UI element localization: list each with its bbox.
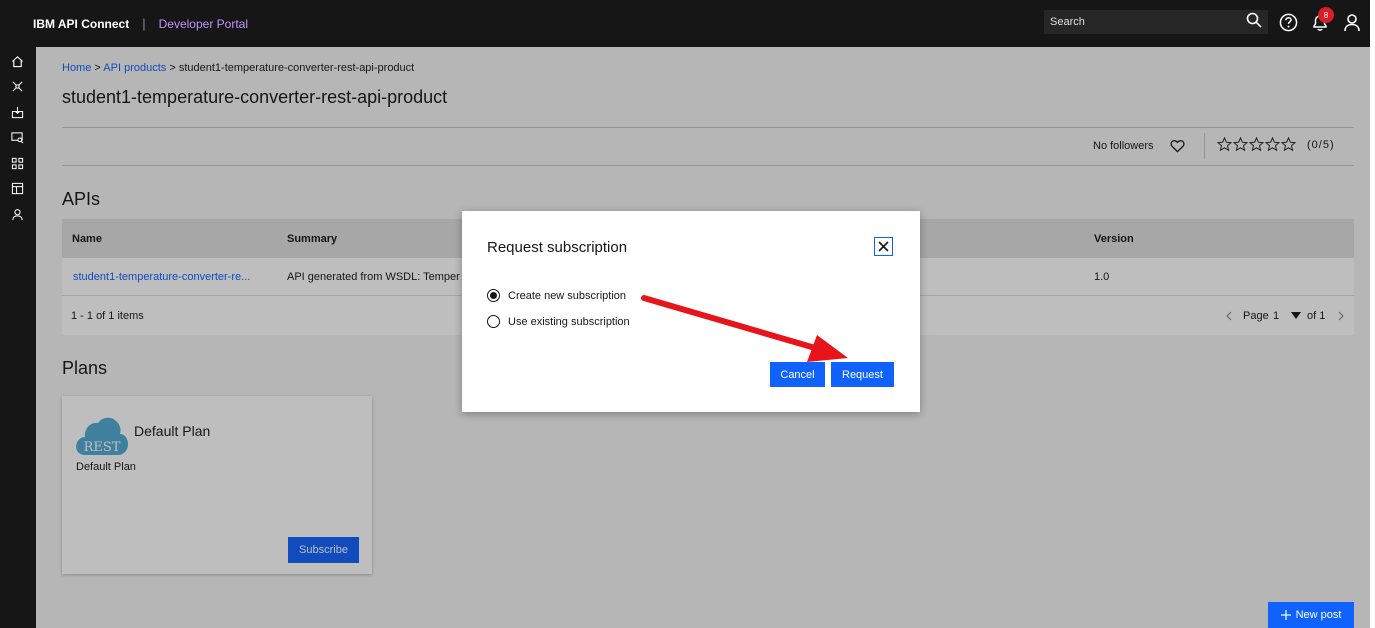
plus-icon xyxy=(1280,610,1291,620)
dashboard-icon[interactable] xyxy=(10,181,24,195)
close-button[interactable] xyxy=(874,237,893,256)
left-nav-rail xyxy=(0,47,36,628)
search-icon[interactable] xyxy=(1246,12,1262,33)
close-icon xyxy=(878,241,889,252)
radio-use-existing[interactable]: Use existing subscription xyxy=(487,315,630,328)
grid-icon[interactable] xyxy=(10,156,24,170)
search-input[interactable] xyxy=(1050,16,1230,28)
modal-title: Request subscription xyxy=(487,239,628,256)
search-bar[interactable] xyxy=(1044,10,1268,34)
apps-search-icon[interactable] xyxy=(10,130,24,144)
portal-name[interactable]: Developer Portal xyxy=(159,17,248,31)
home-icon[interactable] xyxy=(10,54,24,68)
new-post-button[interactable]: New post xyxy=(1268,602,1354,628)
radio-create-new[interactable]: Create new subscription xyxy=(487,289,626,302)
radio-button[interactable] xyxy=(487,315,500,328)
request-button[interactable]: Request xyxy=(831,362,894,387)
help-icon[interactable] xyxy=(1277,11,1299,33)
request-subscription-dialog: Request subscription Create new subscrip… xyxy=(462,211,920,412)
brand-name[interactable]: IBM API Connect xyxy=(33,17,129,31)
account-icon[interactable] xyxy=(10,207,24,221)
products-icon[interactable] xyxy=(10,105,24,119)
user-icon[interactable] xyxy=(1341,11,1363,33)
radio-button-selected[interactable] xyxy=(487,289,500,302)
radio-label: Create new subscription xyxy=(508,289,627,302)
api-icon[interactable] xyxy=(10,79,24,93)
notification-badge: 8 xyxy=(1318,7,1334,23)
brand-separator: | xyxy=(142,16,146,31)
new-post-label: New post xyxy=(1295,609,1342,621)
cancel-button[interactable]: Cancel xyxy=(770,362,825,387)
radio-label: Use existing subscription xyxy=(508,315,630,328)
